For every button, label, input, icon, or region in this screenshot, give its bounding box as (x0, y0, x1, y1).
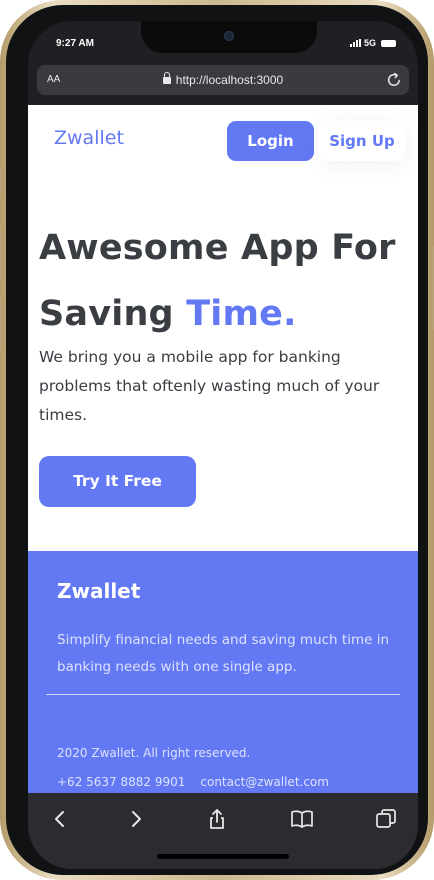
bookmarks-icon[interactable] (290, 807, 314, 831)
volume-up-button (0, 226, 2, 282)
forward-icon[interactable] (124, 807, 148, 831)
footer-copyright: 2020 Zwallet. All right reserved. (57, 746, 251, 760)
footer-divider (46, 694, 400, 695)
footer-brand: Zwallet (57, 579, 141, 603)
footer-email[interactable]: contact@zwallet.com (200, 775, 329, 789)
url-text: http://localhost:3000 (175, 73, 284, 87)
address-bar[interactable]: AA http://localhost:3000 (37, 65, 409, 95)
footer-contacts: +62 5637 8882 9901 contact@zwallet.com (57, 775, 329, 789)
volume-down-button (0, 296, 2, 352)
footer-description: Simplify financial needs and saving much… (57, 632, 390, 675)
hero-title-line2: Saving Time. (39, 281, 409, 347)
hero-title-accent: Time. (186, 294, 297, 334)
status-indicators: 5G (349, 38, 396, 48)
hero-title-prefix: Saving (39, 294, 187, 334)
signal-icon (349, 39, 361, 47)
notch (141, 21, 317, 53)
share-icon[interactable] (205, 807, 229, 831)
lock-icon (162, 72, 171, 84)
battery-icon (381, 39, 396, 47)
status-time: 9:27 AM (56, 38, 94, 49)
front-camera-icon (224, 31, 234, 41)
browser-toolbar (28, 793, 418, 869)
phone-bezel: 9:27 AM 5G AA http://localhost:3000 Zwal… (6, 5, 428, 875)
footer: Zwallet Simplify financial needs and sav… (28, 551, 418, 793)
silent-switch (0, 166, 2, 196)
home-indicator (157, 854, 289, 859)
phone-screen: 9:27 AM 5G AA http://localhost:3000 Zwal… (28, 21, 418, 869)
hero-title-line1: Awesome App For (39, 228, 396, 268)
hero-description: We bring you a mobile app for banking pr… (39, 348, 380, 424)
network-type: 5G (363, 38, 376, 48)
hero-title: Awesome App For Saving Time. (39, 215, 409, 347)
navbar-brand[interactable]: Zwallet (54, 127, 124, 149)
signup-button[interactable]: Sign Up (319, 121, 405, 161)
url-display[interactable]: http://localhost:3000 (37, 72, 409, 87)
phone-frame: 9:27 AM 5G AA http://localhost:3000 Zwal… (0, 0, 434, 880)
login-button[interactable]: Login (227, 121, 314, 161)
web-page: Zwallet Login Sign Up Awesome App For Sa… (28, 105, 418, 793)
footer-phone: +62 5637 8882 9901 (57, 775, 186, 789)
back-icon[interactable] (48, 807, 72, 831)
try-it-free-button[interactable]: Try It Free (39, 456, 196, 507)
reload-icon[interactable] (385, 71, 403, 89)
tabs-icon[interactable] (374, 807, 398, 831)
